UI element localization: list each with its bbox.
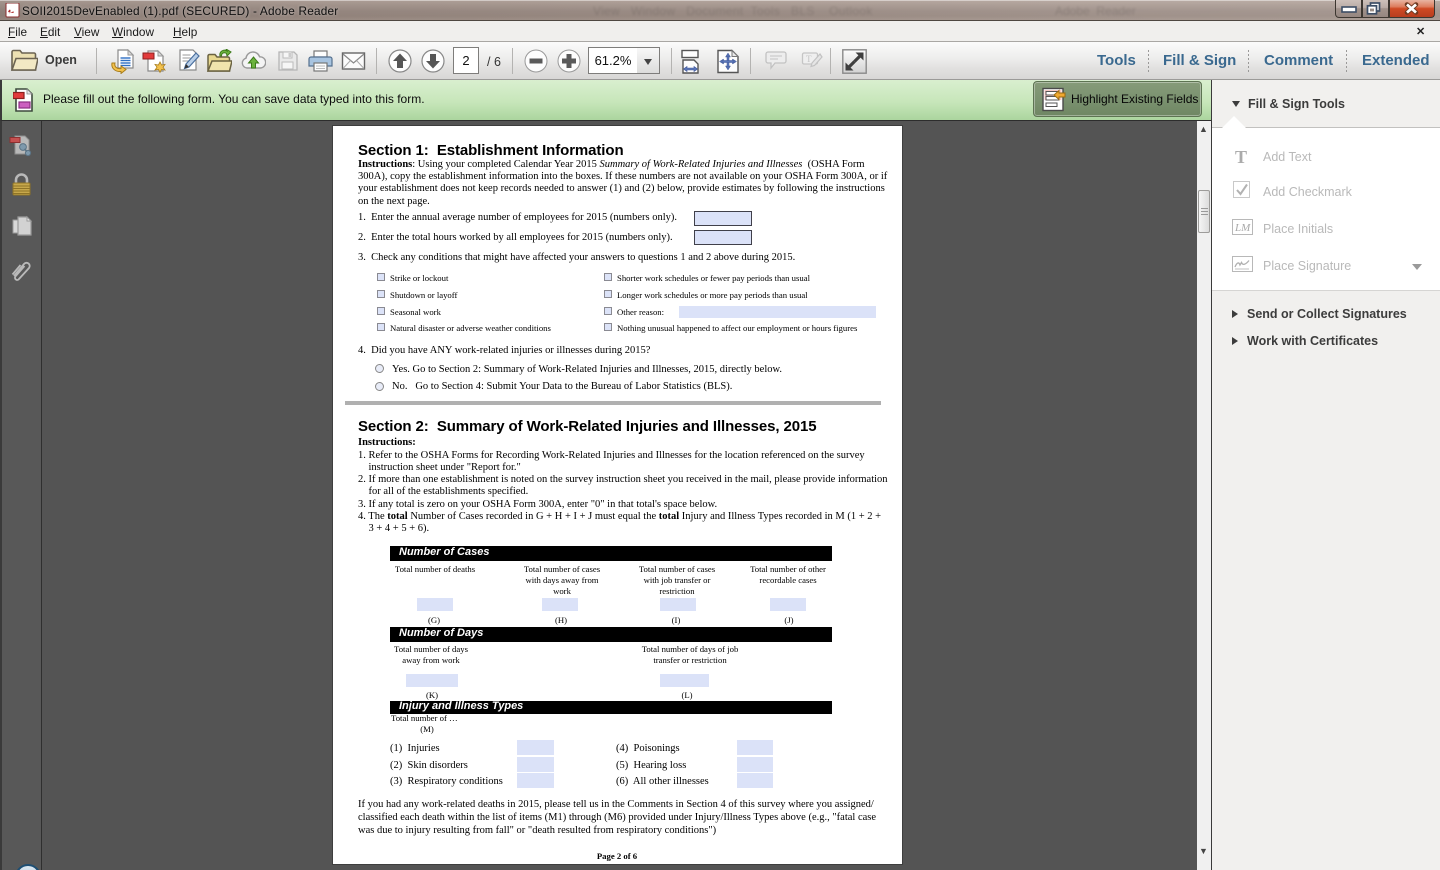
svg-text:LM: LM: [1234, 222, 1251, 234]
svg-text:T: T: [806, 54, 812, 64]
